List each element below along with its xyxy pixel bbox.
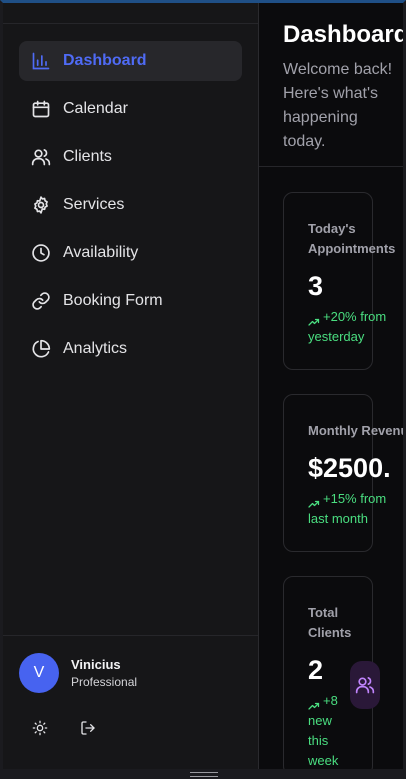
sidebar-item-services[interactable]: Services xyxy=(19,185,242,225)
theme-toggle-button[interactable] xyxy=(29,717,51,739)
stat-label: Monthly Revenue xyxy=(308,423,403,438)
users-icon xyxy=(31,147,51,167)
stat-change: +15% from last month xyxy=(308,489,403,529)
trend-up-icon xyxy=(308,697,320,710)
sidebar-item-label: Booking Form xyxy=(63,292,163,309)
stat-value: $2500. xyxy=(308,453,391,483)
clients-stat-badge xyxy=(350,661,380,709)
sidebar-item-analytics[interactable]: Analytics xyxy=(19,329,242,369)
page-subtitle: Welcome back! Here's what's happening to… xyxy=(283,61,393,150)
logout-button[interactable] xyxy=(77,717,99,739)
sidebar-item-availability[interactable]: Availability xyxy=(19,233,242,273)
sidebar-item-dashboard[interactable]: Dashboard xyxy=(19,41,242,81)
calendar-icon xyxy=(31,99,51,119)
stat-card-revenue: Monthly Revenue $2500. +15% from last mo… xyxy=(283,394,403,552)
stat-value: 2 xyxy=(308,655,324,685)
main-content: Dashboard Welcome back! Here's what's ha… xyxy=(259,3,403,769)
sidebar-item-label: Dashboard xyxy=(63,52,147,69)
avatar: V xyxy=(19,653,59,693)
sidebar-item-label: Availability xyxy=(63,244,139,261)
sidebar-divider-top xyxy=(3,23,258,24)
stat-change: +8 new this week xyxy=(308,691,348,769)
page-header: Dashboard Welcome back! Here's what's ha… xyxy=(259,3,403,167)
app-window: Dashboard Calendar Clients Services Avai… xyxy=(0,0,406,779)
pie-chart-icon xyxy=(31,339,51,359)
sidebar-item-clients[interactable]: Clients xyxy=(19,137,242,177)
clock-icon xyxy=(31,243,51,263)
stat-card-clients: Total Clients 2 +8 new this week xyxy=(283,576,380,769)
logout-icon xyxy=(81,721,95,735)
resize-handle[interactable] xyxy=(190,772,218,777)
stat-change: +20% from yesterday xyxy=(308,307,403,347)
sidebar-footer-actions xyxy=(29,717,125,739)
sidebar-divider-bottom xyxy=(3,635,258,636)
trend-up-icon xyxy=(308,495,320,508)
users-icon xyxy=(355,677,375,694)
page-title: Dashboard xyxy=(283,21,403,48)
stat-card-appointments: Today's Appointments 3 +20% from yesterd… xyxy=(283,192,395,370)
link-icon xyxy=(31,291,51,311)
stat-label: Total Clients xyxy=(308,605,352,640)
user-name: Vinicius xyxy=(71,657,121,672)
sidebar-nav: Dashboard Calendar Clients Services Avai… xyxy=(19,41,242,377)
trend-up-icon xyxy=(308,313,320,326)
stat-value: 3 xyxy=(308,271,324,301)
stat-label: Today's Appointments xyxy=(308,221,396,256)
sidebar-item-booking-form[interactable]: Booking Form xyxy=(19,281,242,321)
user-info: Vinicius Professional xyxy=(71,657,137,689)
gear-icon xyxy=(31,195,51,215)
sidebar-item-label: Calendar xyxy=(63,100,128,117)
sidebar-item-calendar[interactable]: Calendar xyxy=(19,89,242,129)
sun-icon xyxy=(32,720,48,736)
window-bottom-bar xyxy=(3,769,403,779)
bar-chart-icon xyxy=(31,51,51,71)
sidebar-item-label: Analytics xyxy=(63,340,128,357)
sidebar: Dashboard Calendar Clients Services Avai… xyxy=(3,3,259,769)
user-role: Professional xyxy=(71,675,138,689)
sidebar-item-label: Services xyxy=(63,196,125,213)
user-profile[interactable]: V Vinicius Professional xyxy=(19,653,137,693)
sidebar-item-label: Clients xyxy=(63,148,112,165)
